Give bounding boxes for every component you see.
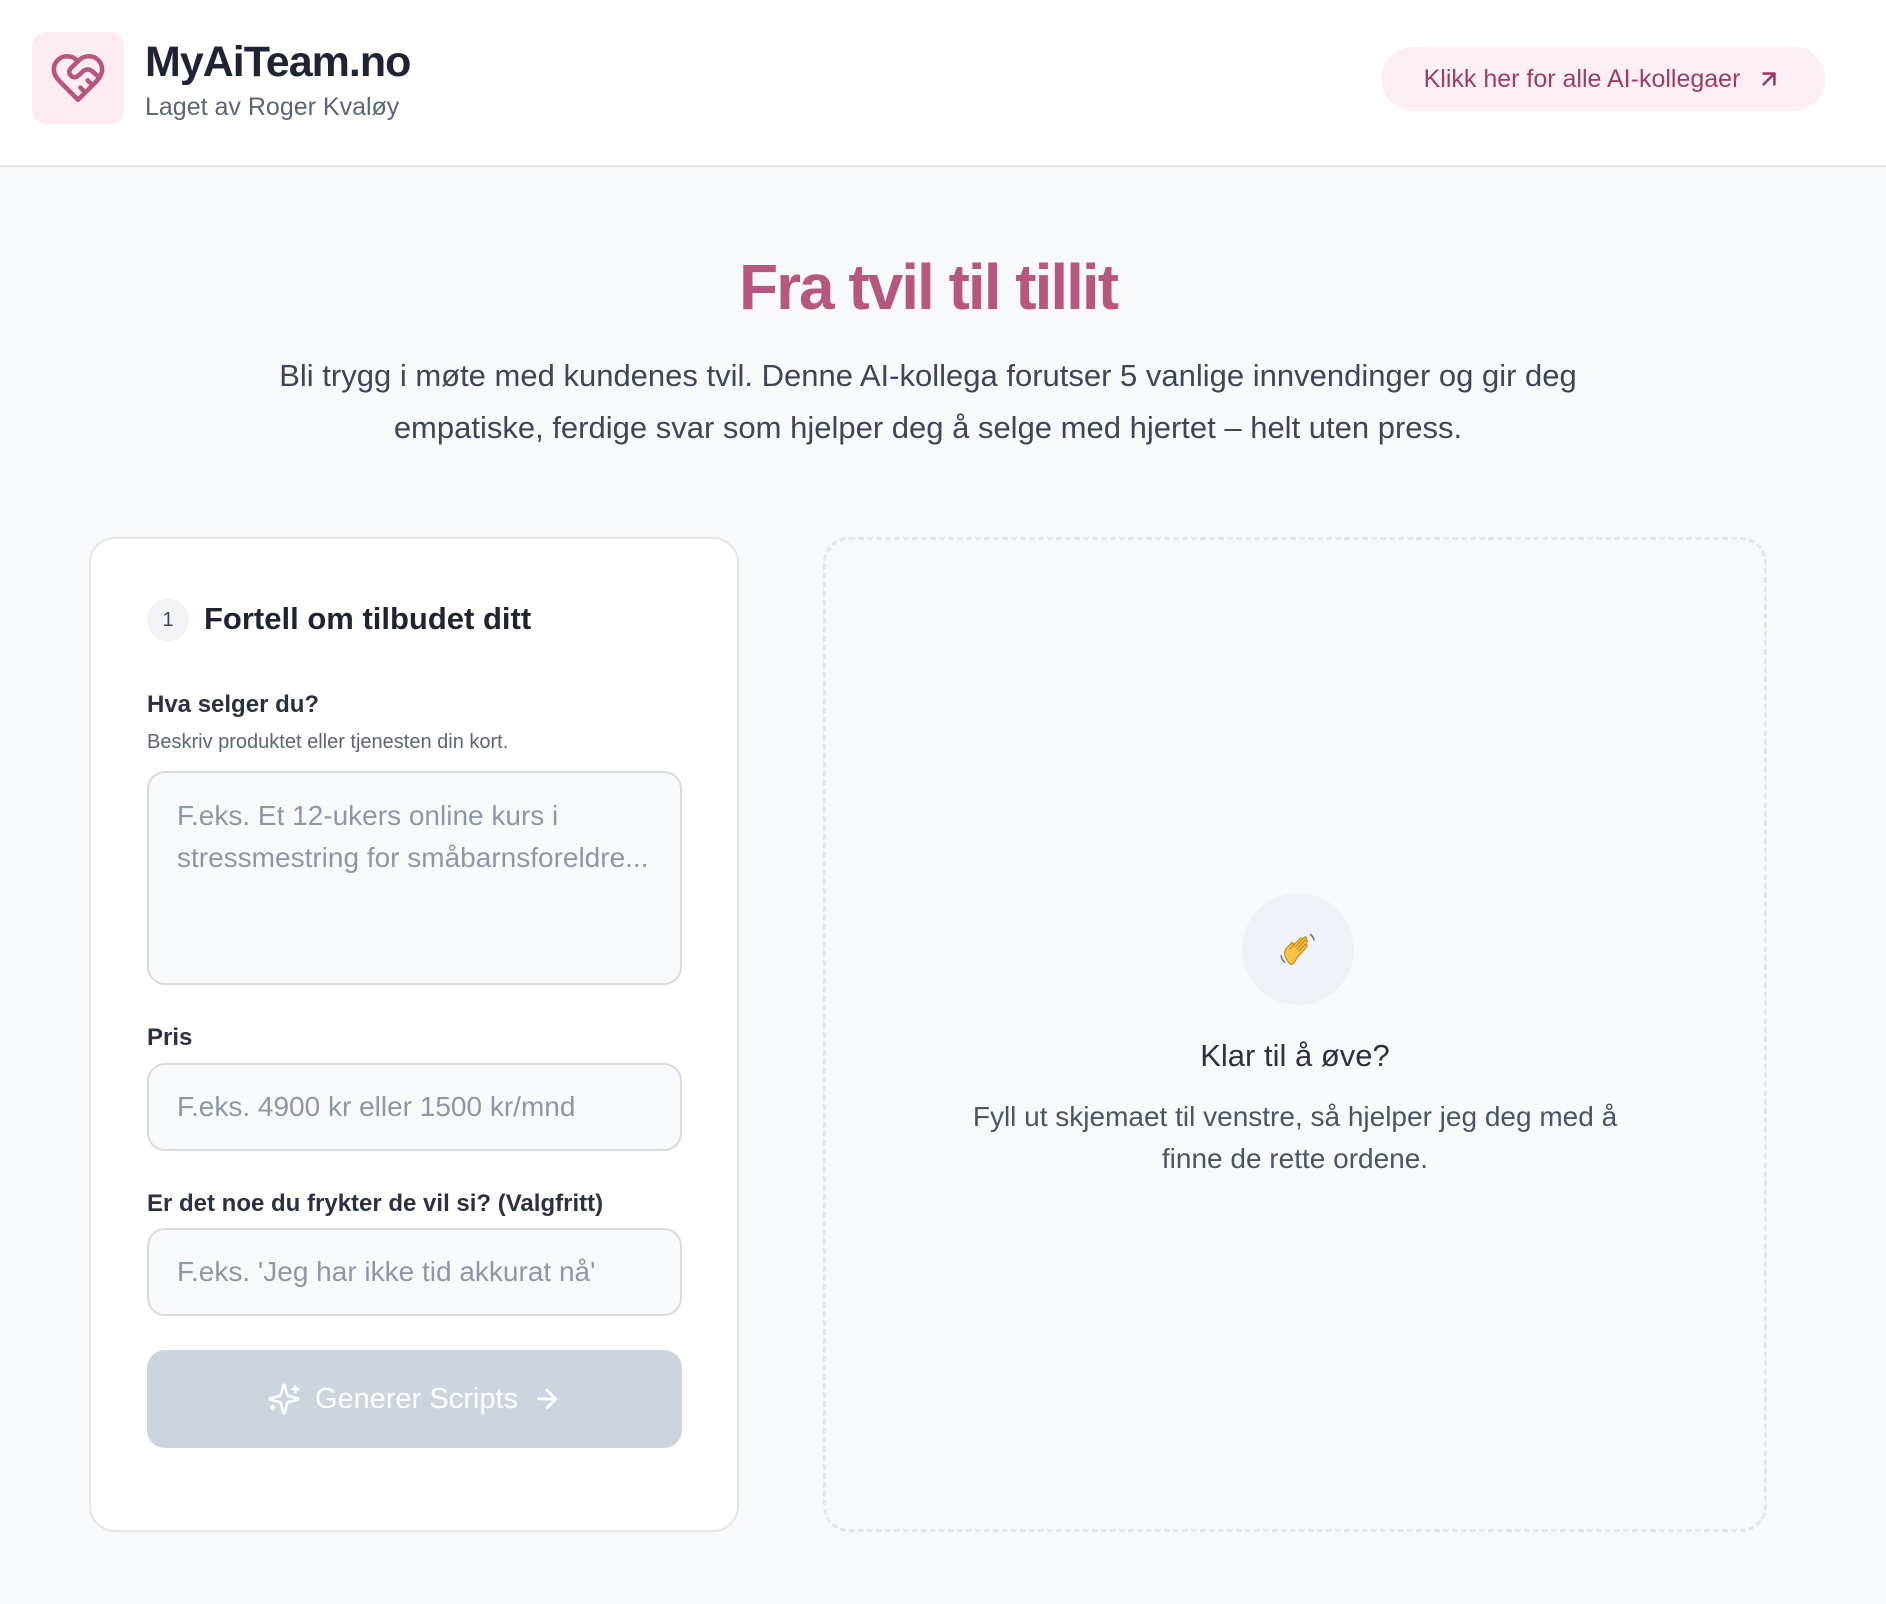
- page-description: Bli trygg i møte med kundenes tvil. Denn…: [279, 358, 1577, 445]
- waving-hand-icon: [1242, 893, 1354, 1005]
- all-ai-colleagues-link[interactable]: Klikk her for alle AI-kollegaer: [1381, 47, 1825, 111]
- sparkles-icon: [268, 1383, 300, 1415]
- brand-title: MyAiTeam.no: [145, 38, 411, 86]
- fear-label: Er det noe du frykter de vil si? (Valgfr…: [147, 1190, 604, 1217]
- offer-form-card: 1 Fortell om tilbudet ditt Hva selger du…: [89, 537, 739, 1532]
- generate-scripts-label: Generer Scripts: [314, 1382, 519, 1415]
- price-label: Pris: [147, 1024, 193, 1051]
- heart-handshake-icon: [51, 53, 105, 103]
- brand-subtitle: Laget av Roger Kvaløy: [145, 93, 400, 121]
- results-placeholder-panel: Klar til å øve? Fyll ut skjemaet til ven…: [823, 537, 1767, 1532]
- price-input[interactable]: [147, 1063, 682, 1151]
- arrow-right-icon: [536, 1388, 558, 1410]
- app-header: MyAiTeam.no Laget av Roger Kvaløy Klikk …: [0, 0, 1886, 167]
- form-title: Fortell om tilbudet ditt: [204, 601, 532, 636]
- page-title: Fra tvil til tillit: [738, 251, 1119, 323]
- empty-state-title: Klar til å øve?: [1200, 1038, 1390, 1073]
- all-ai-colleagues-link-label: Klikk her for alle AI-kollegaer: [1423, 64, 1741, 93]
- logo[interactable]: [32, 32, 124, 124]
- empty-state-description: Fyll ut skjemaet til venstre, så hjelper…: [972, 1101, 1618, 1174]
- product-textarea[interactable]: [147, 771, 682, 985]
- step-number-badge: 1: [147, 599, 189, 641]
- product-hint: Beskriv produktet eller tjenesten din ko…: [147, 731, 509, 753]
- generate-scripts-button[interactable]: Generer Scripts: [147, 1350, 682, 1448]
- fear-input[interactable]: [147, 1228, 682, 1316]
- product-label: Hva selger du?: [147, 691, 320, 718]
- arrow-up-right-icon: [1762, 72, 1777, 86]
